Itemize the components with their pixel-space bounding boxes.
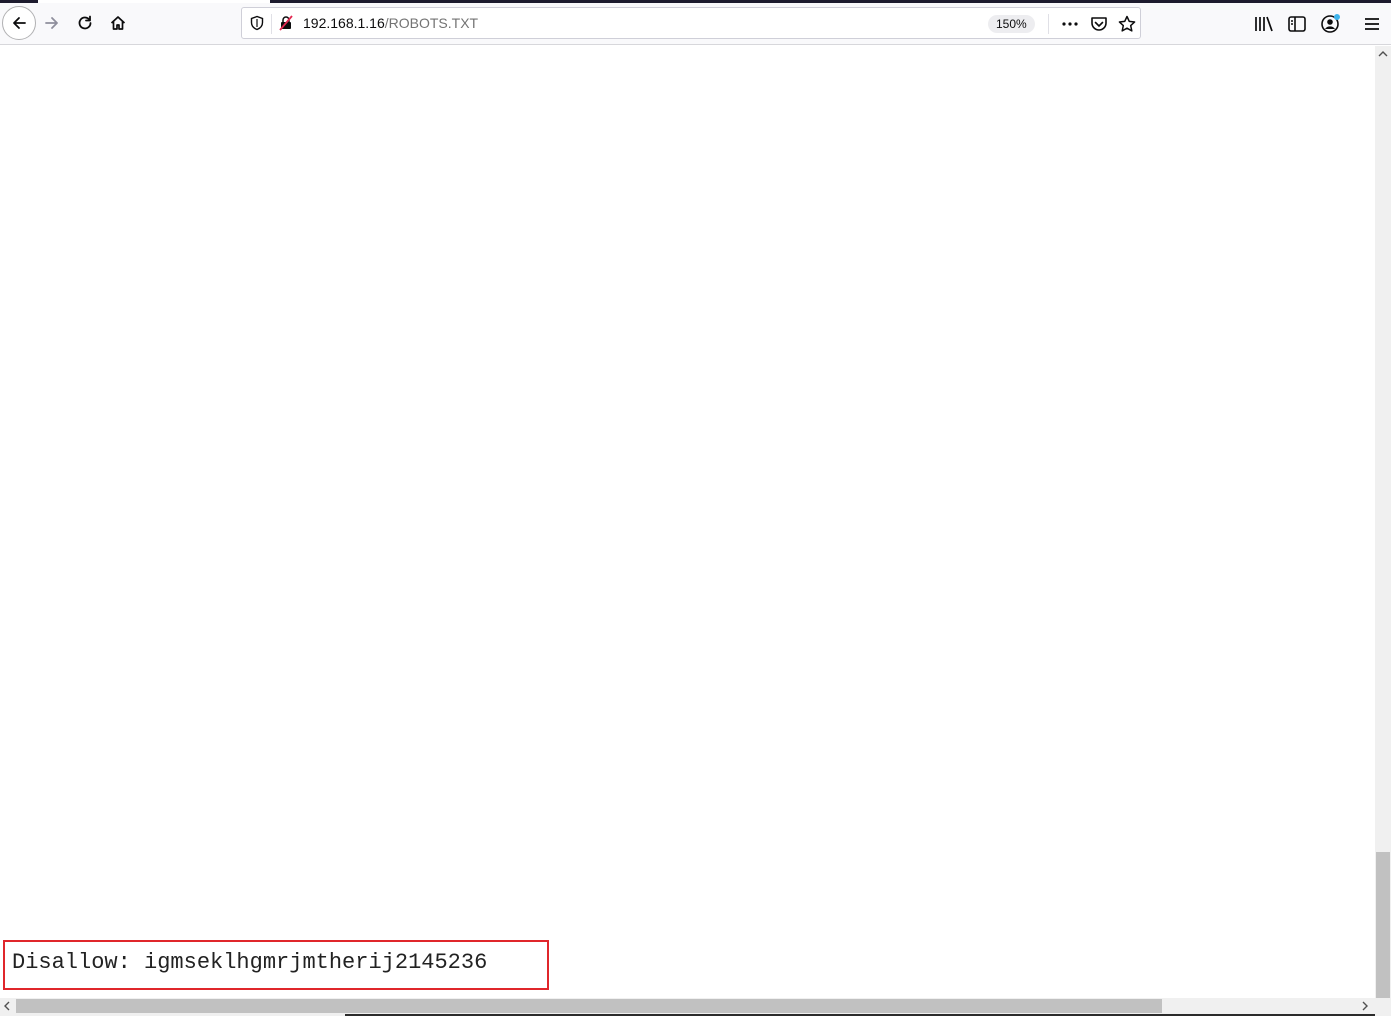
zoom-level-badge[interactable]: 150% <box>988 15 1035 33</box>
url-text[interactable]: 192.168.1.16/ROBOTS.TXT <box>303 15 478 31</box>
url-path: /ROBOTS.TXT <box>384 15 479 31</box>
vertical-scroll-thumb[interactable] <box>1376 852 1390 998</box>
page-content <box>0 46 1375 998</box>
vertical-scrollbar[interactable] <box>1375 46 1391 1009</box>
back-button[interactable] <box>2 6 36 40</box>
account-icon[interactable] <box>1319 13 1341 35</box>
more-dots-icon[interactable] <box>1060 14 1080 34</box>
library-icon[interactable] <box>1253 13 1275 35</box>
star-icon[interactable] <box>1117 14 1137 34</box>
navigation-toolbar: 192.168.1.16/ROBOTS.TXT 150% <box>0 3 1391 45</box>
hamburger-menu-icon[interactable] <box>1361 13 1383 35</box>
url-host: 192.168.1.16 <box>303 15 385 31</box>
shield-icon[interactable] <box>249 15 265 31</box>
reload-icon <box>78 15 92 30</box>
scroll-left-icon[interactable] <box>1 1000 13 1012</box>
scrollbar-corner <box>1375 998 1391 1016</box>
url-separator <box>1048 14 1049 34</box>
sidebar-icon[interactable] <box>1286 13 1308 35</box>
scroll-up-icon[interactable] <box>1377 48 1389 60</box>
robots-disallow-line: Disallow: igmseklhgmrjmtherij2145236 <box>12 950 488 975</box>
insecure-lock-icon[interactable] <box>278 15 294 31</box>
home-icon <box>110 16 126 30</box>
forward-arrow-icon <box>45 17 58 29</box>
home-button[interactable] <box>102 7 134 39</box>
url-bar[interactable]: 192.168.1.16/ROBOTS.TXT 150% <box>241 7 1141 39</box>
pocket-icon[interactable] <box>1089 14 1109 34</box>
reload-button[interactable] <box>69 7 101 39</box>
horizontal-scrollbar[interactable] <box>0 998 1375 1014</box>
horizontal-scroll-thumb[interactable] <box>16 999 1162 1013</box>
back-arrow-icon <box>13 17 26 29</box>
url-separator <box>271 14 272 34</box>
forward-button[interactable] <box>36 7 68 39</box>
scroll-right-icon[interactable] <box>1359 1000 1371 1012</box>
